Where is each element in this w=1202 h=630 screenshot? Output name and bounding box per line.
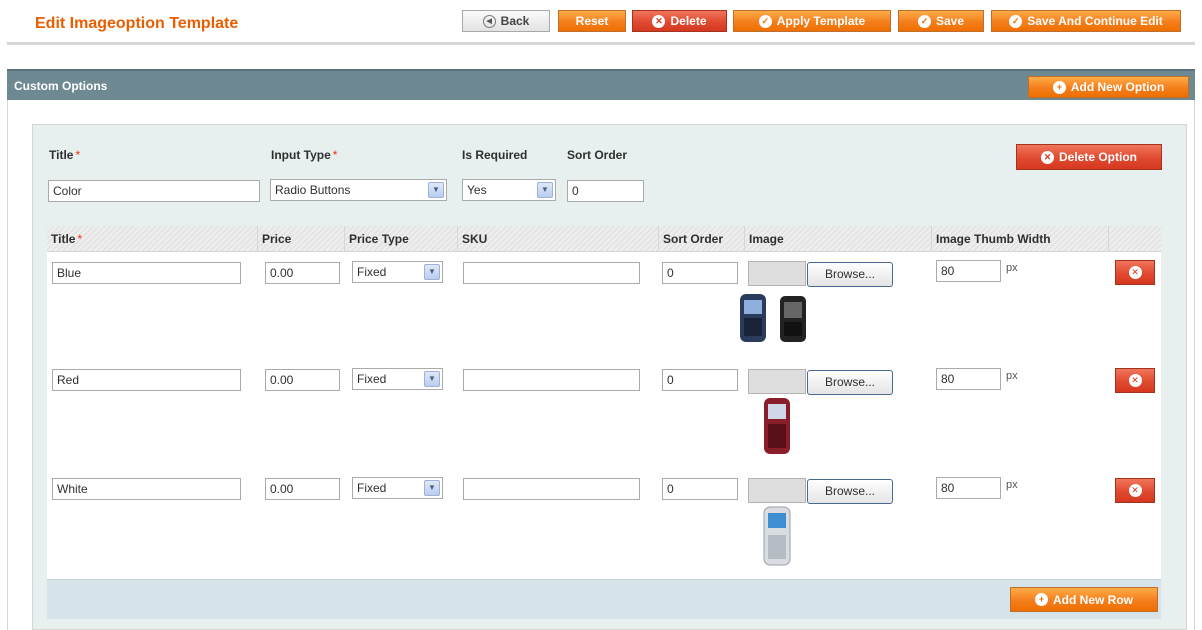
- row-price-type-select[interactable]: Fixed ▼: [352, 477, 443, 499]
- row-file-field[interactable]: [748, 369, 806, 394]
- is-required-select[interactable]: Yes ▼: [462, 179, 556, 201]
- back-button-label: Back: [500, 14, 530, 28]
- delete-button-label: Delete: [670, 14, 707, 28]
- row-delete-button[interactable]: ✕: [1115, 368, 1155, 393]
- px-unit-label: px: [1006, 479, 1018, 491]
- required-mark: *: [332, 148, 338, 162]
- custom-options-header: Custom Options + Add New Option: [7, 69, 1195, 100]
- row-sku-input[interactable]: [463, 478, 640, 500]
- required-mark: *: [75, 148, 81, 162]
- header-divider: [7, 42, 1195, 45]
- values-grid-body: [47, 252, 1161, 579]
- col-sku: SKU: [458, 226, 659, 252]
- is-required-value: Yes: [467, 183, 487, 197]
- col-action: [1109, 226, 1161, 252]
- row-sku-input[interactable]: [463, 369, 640, 391]
- delete-x-icon: ✕: [1128, 484, 1142, 497]
- add-new-option-label: Add New Option: [1070, 80, 1165, 94]
- apply-template-button[interactable]: ✓ Apply Template: [733, 10, 891, 32]
- sort-order-label: Sort Order: [567, 148, 628, 162]
- row-sku-input[interactable]: [463, 262, 640, 284]
- grid-footer: [47, 579, 1161, 619]
- row-file-field[interactable]: [748, 478, 806, 503]
- delete-option-button[interactable]: ✕ Delete Option: [1016, 144, 1162, 170]
- red-phone-icon: [764, 398, 790, 454]
- add-new-row-button[interactable]: + Add New Row: [1010, 587, 1158, 612]
- row-price-input[interactable]: 0.00: [265, 478, 340, 500]
- row-thumb-width-input[interactable]: 80: [936, 368, 1001, 390]
- row-browse-button[interactable]: Browse...: [807, 479, 893, 504]
- chevron-down-icon: ▼: [424, 264, 440, 280]
- chevron-down-icon: ▼: [424, 371, 440, 387]
- save-continue-label: Save And Continue Edit: [1027, 14, 1163, 28]
- save-continue-button[interactable]: ✓ Save And Continue Edit: [991, 10, 1181, 32]
- reset-button[interactable]: Reset: [558, 10, 626, 32]
- is-required-label: Is Required: [462, 148, 528, 162]
- chevron-down-icon: ▼: [428, 182, 444, 198]
- delete-x-icon: ✕: [1040, 150, 1054, 164]
- row-title-input[interactable]: Red: [52, 369, 241, 391]
- col-image: Image: [745, 226, 932, 252]
- check-icon: ✓: [917, 14, 931, 28]
- row-delete-button[interactable]: ✕: [1115, 260, 1155, 285]
- add-new-row-label: Add New Row: [1053, 592, 1133, 607]
- add-new-option-button[interactable]: + Add New Option: [1028, 76, 1189, 98]
- px-unit-label: px: [1006, 262, 1018, 274]
- row-browse-button[interactable]: Browse...: [807, 370, 893, 395]
- required-mark: *: [77, 232, 83, 246]
- input-type-select[interactable]: Radio Buttons ▼: [270, 179, 447, 201]
- col-price-type: Price Type: [345, 226, 458, 252]
- plus-icon: +: [1035, 593, 1048, 606]
- input-type-value: Radio Buttons: [275, 183, 351, 197]
- save-button-label: Save: [935, 14, 965, 28]
- row-title-input[interactable]: White: [52, 478, 241, 500]
- input-type-label: Input Type *: [271, 148, 338, 162]
- row-delete-button[interactable]: ✕: [1115, 478, 1155, 503]
- row-price-type-select[interactable]: Fixed ▼: [352, 261, 443, 283]
- col-price: Price: [258, 226, 345, 252]
- option-title-label: Title *: [49, 148, 81, 162]
- phone-pair-icon: [740, 294, 806, 342]
- row-price-type-select[interactable]: Fixed ▼: [352, 368, 443, 390]
- sort-order-input[interactable]: 0: [567, 180, 644, 202]
- save-button[interactable]: ✓ Save: [898, 10, 984, 32]
- plus-icon: +: [1052, 80, 1066, 94]
- col-sort-order: Sort Order: [659, 226, 745, 252]
- delete-button[interactable]: ✕ Delete: [632, 10, 727, 32]
- col-thumb-width: Image Thumb Width: [932, 226, 1109, 252]
- back-arrow-icon: ◀: [482, 14, 496, 28]
- row-price-input[interactable]: 0.00: [265, 369, 340, 391]
- row-thumb-width-input[interactable]: 80: [936, 260, 1001, 282]
- apply-template-label: Apply Template: [776, 14, 866, 28]
- col-title: Title *: [47, 226, 258, 252]
- px-unit-label: px: [1006, 370, 1018, 382]
- row-thumb-width-input[interactable]: 80: [936, 477, 1001, 499]
- chevron-down-icon: ▼: [424, 480, 440, 496]
- reset-button-label: Reset: [575, 14, 609, 28]
- toolbar: ◀ Back Reset ✕ Delete ✓ Apply Template ✓…: [0, 10, 1202, 32]
- row-file-field[interactable]: [748, 261, 806, 286]
- chevron-down-icon: ▼: [537, 182, 553, 198]
- white-phone-icon: [763, 506, 791, 566]
- row-sort-order-input[interactable]: 0: [662, 369, 738, 391]
- back-button[interactable]: ◀ Back: [462, 10, 550, 32]
- delete-x-icon: ✕: [1128, 266, 1142, 279]
- row-sort-order-input[interactable]: 0: [662, 478, 738, 500]
- delete-x-icon: ✕: [652, 14, 666, 28]
- row-price-input[interactable]: 0.00: [265, 262, 340, 284]
- check-icon: ✓: [1009, 14, 1023, 28]
- row-browse-button[interactable]: Browse...: [807, 262, 893, 287]
- check-icon: ✓: [758, 14, 772, 28]
- row-title-input[interactable]: Blue: [52, 262, 241, 284]
- delete-option-label: Delete Option: [1058, 150, 1137, 164]
- row-sort-order-input[interactable]: 0: [662, 262, 738, 284]
- option-title-input[interactable]: Color: [48, 180, 260, 202]
- section-title: Custom Options: [14, 79, 108, 93]
- values-grid-header: Title * Price Price Type SKU Sort Order I…: [47, 226, 1161, 252]
- delete-x-icon: ✕: [1128, 374, 1142, 387]
